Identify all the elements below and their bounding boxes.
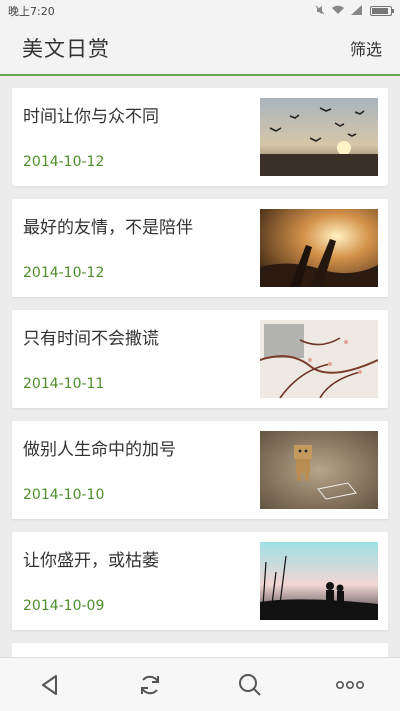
article-text: 只有时间不会撒谎 2014-10-11 [23, 310, 260, 408]
status-time: 晚上7:20 [8, 5, 55, 18]
system-nav-bar [0, 657, 400, 711]
article-text: 最好的友情，不是陪伴 2014-10-12 [23, 199, 260, 297]
article-thumbnail [260, 431, 378, 509]
back-icon [42, 674, 57, 695]
cardboard-robot-image [260, 431, 378, 509]
refresh-button[interactable] [128, 663, 172, 707]
article-thumbnail [260, 542, 378, 620]
birds-at-sunset-image [260, 98, 378, 176]
more-button[interactable] [328, 663, 372, 707]
article-list: 时间让你与众不同 2014-10-12 最好的友情，不是陪伴 2014-10-1… [12, 88, 388, 683]
article-date: 2014-10-09 [23, 598, 105, 614]
back-button[interactable] [28, 663, 72, 707]
couple-silhouette-image [260, 542, 378, 620]
article-card[interactable]: 让你盛开，或枯萎 2014-10-09 [12, 532, 388, 630]
article-text: 时间让你与众不同 2014-10-12 [23, 88, 260, 186]
article-title: 让你盛开，或枯萎 [23, 551, 159, 571]
article-date: 2014-10-12 [23, 265, 105, 281]
branches-window-image [260, 320, 378, 398]
article-date: 2014-10-11 [23, 376, 105, 392]
article-thumbnail [260, 209, 378, 287]
article-card[interactable]: 只有时间不会撒谎 2014-10-11 [12, 310, 388, 408]
article-text: 做别人生命中的加号 2014-10-10 [23, 421, 260, 519]
article-date: 2014-10-12 [23, 154, 105, 170]
article-thumbnail [260, 320, 378, 398]
article-title: 只有时间不会撒谎 [23, 329, 159, 349]
refresh-icon [141, 675, 159, 694]
filter-button[interactable]: 筛选 [350, 36, 382, 60]
article-text: 让你盛开，或枯萎 2014-10-09 [23, 532, 260, 630]
article-date: 2014-10-10 [23, 487, 105, 503]
article-card[interactable]: 时间让你与众不同 2014-10-12 [12, 88, 388, 186]
status-bar: 晚上7:20 [0, 0, 400, 22]
search-icon [239, 673, 261, 696]
status-icons [315, 4, 394, 18]
more-icon [335, 680, 364, 689]
article-title: 做别人生命中的加号 [23, 440, 176, 460]
signal-icon [351, 4, 363, 18]
article-card[interactable]: 最好的友情，不是陪伴 2014-10-12 [12, 199, 388, 297]
article-title: 时间让你与众不同 [23, 107, 159, 127]
page-title: 美文日赏 [22, 37, 110, 61]
article-card[interactable]: 做别人生命中的加号 2014-10-10 [12, 421, 388, 519]
silent-icon [315, 5, 325, 18]
article-thumbnail [260, 98, 378, 176]
article-title: 最好的友情，不是陪伴 [23, 218, 193, 238]
wifi-icon [332, 5, 344, 18]
app-bar: 美文日赏 筛选 [0, 22, 400, 76]
battery-icon [370, 6, 394, 16]
search-button[interactable] [228, 663, 272, 707]
hands-at-sunset-image [260, 209, 378, 287]
